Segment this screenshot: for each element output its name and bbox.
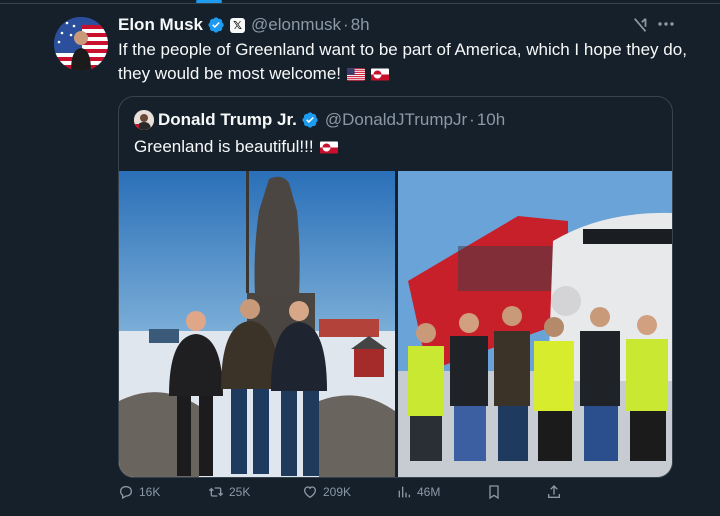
photo-group-plane[interactable] <box>398 171 672 477</box>
greenland-flag-icon <box>371 68 389 81</box>
divider <box>0 3 720 4</box>
quote-header: Donald Trump Jr. @DonaldJTrumpJr · 10h <box>134 109 505 131</box>
share-icon <box>548 485 560 498</box>
quote-text: Greenland is beautiful!!! <box>134 137 338 157</box>
timestamp[interactable]: 8h <box>351 15 370 35</box>
bookmark-button[interactable] <box>486 484 507 500</box>
like-button[interactable]: 209K <box>302 484 351 500</box>
greenland-flag-icon <box>319 141 338 154</box>
views-count: 46M <box>417 485 441 499</box>
author-handle[interactable]: @elonmusk <box>251 15 341 35</box>
like-icon <box>303 486 317 499</box>
repost-button[interactable]: 25K <box>208 484 250 500</box>
quoted-tweet[interactable]: Donald Trump Jr. @DonaldJTrumpJr · 10h G… <box>118 96 673 478</box>
photo-statue[interactable] <box>119 171 395 477</box>
more-icon[interactable] <box>656 14 676 34</box>
reply-icon <box>119 486 133 500</box>
us-flag-icon <box>347 68 365 81</box>
quote-author-name[interactable]: Donald Trump Jr. <box>158 110 297 130</box>
action-bar: 16K 25K 209K 46M <box>118 484 568 506</box>
separator: · <box>469 110 475 129</box>
tweet-text: If the people of Greenland want to be pa… <box>118 38 688 86</box>
quote-body: Greenland is beautiful!!! <box>134 137 314 156</box>
verified-badge-icon <box>302 112 318 128</box>
avatar[interactable] <box>54 17 108 71</box>
repost-count: 25K <box>229 485 251 499</box>
avatar-image <box>54 17 108 71</box>
bookmark-icon <box>489 485 499 500</box>
quote-author-handle[interactable]: @DonaldJTrumpJr <box>325 110 467 130</box>
x-premium-icon: 𝕏 <box>230 17 246 33</box>
quote-timestamp[interactable]: 10h <box>477 110 505 130</box>
views-icon <box>398 486 410 498</box>
tweet-header: Elon Musk 𝕏 @elonmusk · 8h <box>118 14 370 36</box>
views-button[interactable]: 46M <box>396 484 440 500</box>
author-name[interactable]: Elon Musk <box>118 15 203 35</box>
reply-button[interactable]: 16K <box>118 484 160 500</box>
verified-badge-icon <box>208 17 224 33</box>
reply-count: 16K <box>139 485 161 499</box>
like-count: 209K <box>323 485 352 499</box>
separator: · <box>343 15 349 34</box>
share-button[interactable] <box>546 484 567 500</box>
tweet-body: If the people of Greenland want to be pa… <box>118 40 687 83</box>
quote-avatar <box>134 110 154 130</box>
repost-icon <box>208 487 224 497</box>
grok-icon[interactable] <box>632 16 650 34</box>
